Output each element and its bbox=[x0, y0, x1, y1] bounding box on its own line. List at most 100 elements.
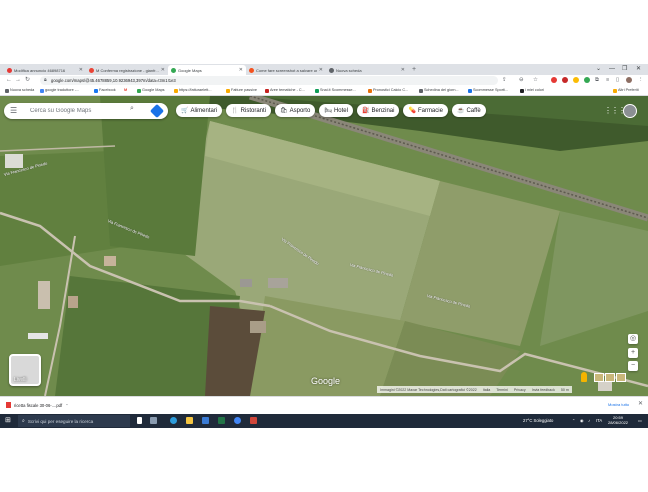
close-tab-icon[interactable]: ✕ bbox=[79, 67, 83, 73]
language-indicator[interactable]: ITA bbox=[596, 417, 602, 425]
google-apps-icon[interactable]: ⋮⋮⋮ bbox=[604, 106, 626, 115]
privacy-link[interactable]: Privacy bbox=[514, 388, 526, 392]
chrome-icon[interactable] bbox=[234, 417, 241, 424]
address-bar[interactable]: 🔒︎ google.com/maps/@45.4678859,10.923694… bbox=[40, 76, 538, 85]
google-icon bbox=[40, 88, 44, 93]
extension-icon[interactable] bbox=[573, 77, 579, 83]
other-bookmarks[interactable]: Altri Preferiti bbox=[613, 87, 639, 94]
extension-icon[interactable] bbox=[584, 77, 590, 83]
my-location-icon[interactable]: ◎ bbox=[628, 334, 638, 344]
lock-icon[interactable]: 🔒︎ bbox=[44, 77, 47, 83]
zoom-out-button[interactable]: − bbox=[628, 361, 638, 371]
tab-search-button[interactable]: ⌄ bbox=[596, 65, 601, 74]
network-icon[interactable]: ◉ bbox=[580, 417, 584, 425]
bookmark-fatturaelett[interactable]: https://fatturaelett... bbox=[174, 87, 212, 94]
bookmark-scommesse[interactable]: Scommesse Sporti... bbox=[468, 87, 508, 94]
zoom-in-button[interactable]: + bbox=[628, 348, 638, 358]
bookmark-fatture-passive[interactable]: Fatture passive bbox=[226, 87, 257, 94]
bookmark-snai[interactable]: Snai.it Scommesse... bbox=[315, 87, 356, 94]
chip-ristoranti[interactable]: 🍴 Ristoranti bbox=[226, 104, 271, 117]
chip-asporto[interactable]: 🛍 Asporto bbox=[275, 104, 316, 117]
profile-avatar[interactable] bbox=[626, 77, 632, 83]
excel-icon[interactable] bbox=[218, 417, 225, 424]
close-window-button[interactable]: ✕ bbox=[636, 65, 641, 74]
close-tab-icon[interactable]: ✕ bbox=[161, 67, 165, 73]
thumbnail[interactable] bbox=[616, 373, 626, 382]
task-view-icon[interactable] bbox=[150, 417, 157, 424]
puzzle-icon[interactable]: ⧉ bbox=[595, 76, 599, 85]
back-arrow-icon[interactable]: ← bbox=[6, 76, 12, 85]
taskbar-search[interactable]: ⌕ Scrivi qui per eseguire la ricerca bbox=[18, 415, 130, 427]
scale-bar[interactable]: 50 m bbox=[561, 388, 569, 392]
chip-benzinai[interactable]: ⛽ Benzinai bbox=[356, 104, 400, 117]
star-icon[interactable]: ☆ bbox=[533, 76, 538, 85]
tab-google-maps[interactable]: Google Maps ✕ bbox=[168, 65, 246, 75]
terms-link[interactable]: Termini bbox=[496, 388, 508, 392]
close-tab-icon[interactable]: ✕ bbox=[319, 67, 323, 73]
store-icon[interactable] bbox=[202, 417, 209, 424]
search-icon[interactable]: ⌕ bbox=[130, 105, 134, 113]
account-avatar[interactable] bbox=[623, 104, 637, 118]
tab-modifica-annuncio[interactable]: Modifica annuncio 46898716 ✕ bbox=[4, 65, 86, 75]
thumbnail[interactable] bbox=[605, 373, 615, 382]
thumbnail[interactable] bbox=[594, 373, 604, 382]
weather-widget[interactable]: 27°C Soleggiato bbox=[523, 417, 553, 425]
app-icon[interactable] bbox=[250, 417, 257, 424]
bookmark-facebook[interactable]: Facebook bbox=[94, 87, 116, 94]
satellite-imagery[interactable] bbox=[0, 96, 648, 396]
close-tab-icon[interactable]: ✕ bbox=[239, 67, 243, 73]
notification-icon[interactable]: ▭ bbox=[638, 417, 642, 425]
chevron-up-icon[interactable]: ⌃ bbox=[65, 403, 68, 408]
maximize-button[interactable]: ❐ bbox=[622, 65, 627, 74]
file-explorer-icon[interactable] bbox=[186, 417, 193, 424]
cortana-icon[interactable] bbox=[137, 417, 142, 424]
bookmark-pronostici[interactable]: Pronostici Calcio C... bbox=[368, 87, 408, 94]
bookmark-aree-tematiche[interactable]: Aree tematiche - C... bbox=[265, 87, 305, 94]
menu-kebab-icon[interactable]: ⋮ bbox=[638, 76, 644, 85]
new-tab-button[interactable]: + bbox=[412, 65, 416, 74]
reading-list-icon[interactable]: ≡ bbox=[606, 76, 609, 85]
pegman-icon[interactable] bbox=[581, 372, 587, 382]
url-text[interactable]: google.com/maps/@45.4678859,10.9236943,3… bbox=[51, 77, 176, 84]
extension-icon[interactable] bbox=[551, 77, 557, 83]
bookmark-schedina[interactable]: Schedina del giorn... bbox=[419, 87, 459, 94]
directions-icon[interactable] bbox=[149, 103, 165, 119]
sidebar-icon[interactable]: ▯ bbox=[616, 76, 619, 85]
close-tab-icon[interactable]: ✕ bbox=[401, 67, 405, 73]
minimize-button[interactable]: — bbox=[609, 65, 615, 74]
maps-search-input[interactable] bbox=[30, 106, 126, 116]
search-icon: ⌕ bbox=[22, 418, 25, 424]
edge-icon[interactable] bbox=[170, 417, 177, 424]
layers-toggle[interactable]: Livelli bbox=[9, 354, 41, 386]
feedback-link[interactable]: Invia feedback bbox=[532, 388, 555, 392]
bookmark-google-maps[interactable]: Google Maps bbox=[137, 87, 165, 94]
bookmark-nuova-scheda[interactable]: Nuova scheda bbox=[5, 87, 34, 94]
reload-icon[interactable]: ↻ bbox=[25, 76, 30, 85]
tab-conferma-registrazione[interactable]: M Conferma registrazione - gianfr... ✕ bbox=[86, 65, 168, 75]
volume-icon[interactable]: ♪ bbox=[588, 417, 590, 425]
chip-hotel[interactable]: 🛏 Hotel bbox=[319, 104, 353, 117]
bookmark-gmail[interactable]: M bbox=[124, 87, 127, 94]
maps-search-box[interactable]: ☰ ⌕ bbox=[4, 103, 168, 119]
bookmark-miei-colori[interactable]: i miei colori bbox=[520, 87, 544, 94]
tray-chevron-icon[interactable]: ⌃ bbox=[572, 417, 576, 425]
chip-alimentari[interactable]: 🛒 Alimentari bbox=[176, 104, 223, 117]
windows-start-icon[interactable]: ⊞ bbox=[5, 417, 11, 425]
zoom-icon[interactable]: ⊖ bbox=[519, 76, 524, 85]
imagery-thumbnails[interactable] bbox=[594, 373, 626, 382]
close-icon[interactable]: ✕ bbox=[638, 400, 643, 407]
tab-nuova-scheda[interactable]: Nuova scheda ✕ bbox=[326, 65, 408, 75]
satellite-map[interactable]: ☰ ⌕ 🛒Alimentari 🍴Ristoranti 🛍Asporto 🛏Ho… bbox=[0, 96, 648, 396]
taskbar-clock[interactable]: 20:59 28/06/2022 bbox=[608, 415, 628, 425]
show-all-link[interactable]: Mostra tutto bbox=[608, 402, 629, 407]
extension-icon[interactable] bbox=[562, 77, 568, 83]
hamburger-menu-icon[interactable]: ☰ bbox=[10, 106, 17, 116]
download-item[interactable]: ricetta fiscale 30-06-....pdf ⌃ bbox=[6, 402, 69, 408]
bookmark-google-traduttore[interactable]: google traduttore -... bbox=[40, 87, 79, 94]
tab-screenshot-guide[interactable]: Come fare screenshot a salvare un immagi… bbox=[246, 65, 326, 75]
chip-caffe[interactable]: ☕ Caffè bbox=[451, 104, 486, 117]
chip-farmacie[interactable]: 💊 Farmacie bbox=[403, 104, 448, 117]
country-link[interactable]: Italia bbox=[483, 388, 491, 392]
share-icon[interactable]: ⇪ bbox=[502, 76, 507, 85]
forward-arrow-icon[interactable]: → bbox=[15, 76, 21, 85]
